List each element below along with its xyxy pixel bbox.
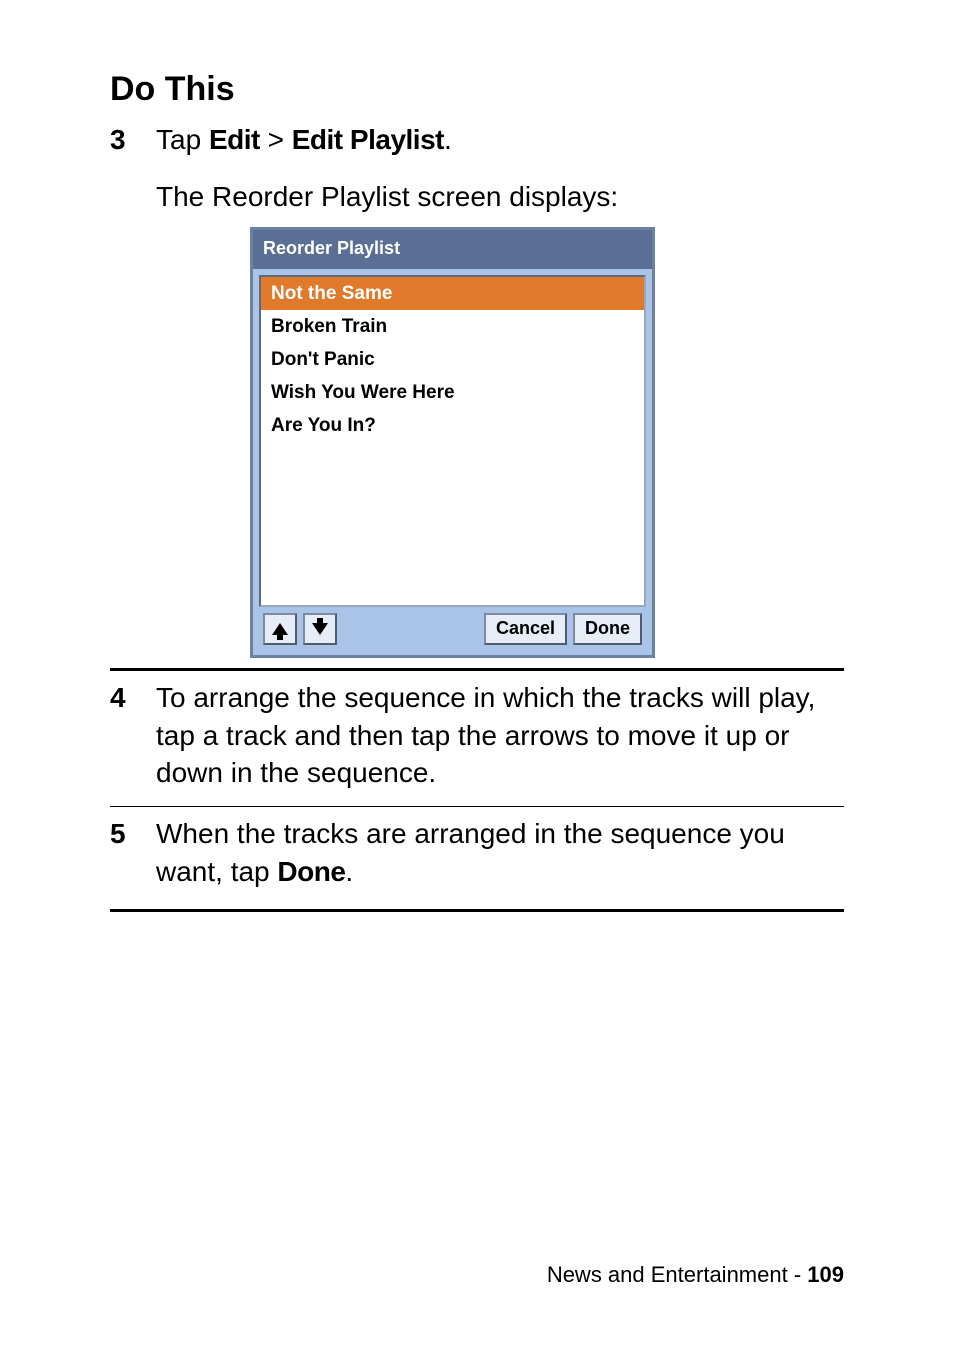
cancel-button[interactable]: Cancel [484, 613, 567, 645]
heading-do-this: Do This [110, 70, 844, 109]
step-4-body: To arrange the sequence in which the tra… [156, 679, 844, 792]
list-item[interactable]: Are You In? [261, 409, 644, 442]
window-body: Not the Same Broken Train Don't Panic Wi… [259, 275, 646, 649]
window-title: Reorder Playlist [253, 230, 652, 269]
footer-sep: - [788, 1262, 808, 1287]
step-5-done: Done [277, 856, 345, 887]
reorder-playlist-screenshot: Reorder Playlist Not the Same Broken Tra… [250, 227, 655, 658]
step-3-suffix: . [444, 124, 452, 155]
step-5: 5 When the tracks are arranged in the se… [110, 811, 844, 899]
divider [110, 909, 844, 912]
move-down-button[interactable] [303, 613, 337, 645]
page: Do This 3 Tap Edit > Edit Playlist. The … [0, 0, 954, 1348]
page-footer: News and Entertainment - 109 [547, 1262, 844, 1288]
controls-bar: Cancel Done [259, 607, 646, 649]
move-up-button[interactable] [263, 613, 297, 645]
step-3: 3 Tap Edit > Edit Playlist. [110, 117, 844, 167]
arrow-down-icon [312, 623, 328, 635]
step-4-number: 4 [110, 679, 156, 792]
step-5-body: When the tracks are arranged in the sequ… [156, 815, 844, 891]
step-5-suffix: . [345, 856, 353, 887]
step-3-mid: > [260, 124, 292, 155]
step-3-subtext: The Reorder Playlist screen displays: [156, 181, 844, 213]
list-item[interactable]: Not the Same [261, 277, 644, 310]
step-4: 4 To arrange the sequence in which the t… [110, 675, 844, 800]
playlist-listbox[interactable]: Not the Same Broken Train Don't Panic Wi… [259, 275, 646, 607]
reorder-playlist-window: Reorder Playlist Not the Same Broken Tra… [250, 227, 655, 658]
step-5-prefix: When the tracks are arranged in the sequ… [156, 818, 785, 887]
list-item[interactable]: Don't Panic [261, 343, 644, 376]
list-item[interactable]: Wish You Were Here [261, 376, 644, 409]
step-3-number: 3 [110, 121, 156, 159]
done-button[interactable]: Done [573, 613, 642, 645]
list-item[interactable]: Broken Train [261, 310, 644, 343]
footer-page-number: 109 [807, 1262, 844, 1287]
divider [110, 668, 844, 671]
step-3-prefix: Tap [156, 124, 209, 155]
step-3-edit: Edit [209, 124, 260, 155]
step-3-body: Tap Edit > Edit Playlist. [156, 121, 844, 159]
divider [110, 806, 844, 807]
footer-section: News and Entertainment [547, 1262, 788, 1287]
step-5-number: 5 [110, 815, 156, 891]
step-3-edit-playlist: Edit Playlist [292, 124, 444, 155]
arrow-up-icon [272, 623, 288, 635]
